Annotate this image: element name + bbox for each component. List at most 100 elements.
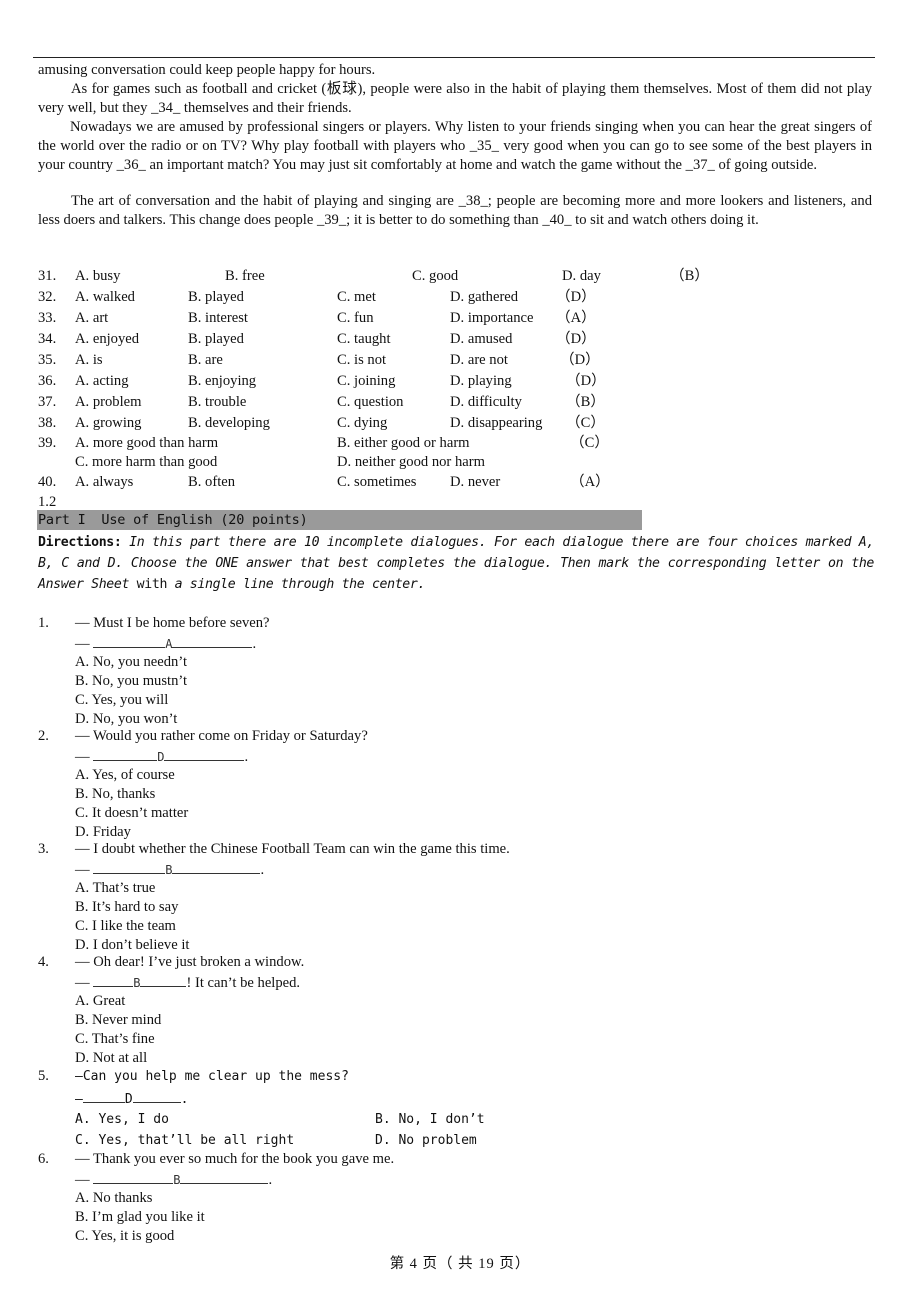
option-a: A. problem [75,394,142,410]
cloze-item-31: 31. A. busy B. free C. good D. day （B） [38,266,738,287]
blank [93,635,166,648]
answer-key: （C） [566,415,605,431]
answer-key: （B） [670,268,709,284]
option-d: D. gathered [450,289,519,305]
option-c: C. taught [337,331,391,347]
item-number: 37. [38,394,57,410]
option-d: D. Friday [75,824,131,840]
directions-text-end: a single line through the center. [167,576,426,592]
blank [93,861,166,874]
blank [93,748,158,761]
blank [172,635,253,648]
blank [164,748,245,761]
passage-paragraph-2: Nowadays we are amused by professional s… [38,119,872,173]
option-b: B. No, you mustn’t [75,673,188,689]
option-c: C. Yes, it is good [75,1228,175,1244]
option-b: B. Never mind [75,1012,162,1028]
option-c: C. Yes, that’ll be all right [75,1133,295,1148]
option-a: A. Yes, I do [75,1112,169,1127]
blank [132,1090,181,1103]
question-number: 3. [38,841,49,857]
option-c: C. I like the team [75,918,176,934]
cloze-item-36: 36. A. acting B. enjoying C. joining D. … [38,371,738,392]
blank [82,1090,125,1103]
section-heading-bar: Part I Use of English (20 points) [37,510,642,530]
answer-key: （D） [566,373,606,389]
item-number: 32. [38,289,57,305]
option-c: C. is not [337,352,387,368]
option-a: A. That’s true [75,880,156,896]
item-number: 38. [38,415,57,431]
cloze-item-39-cont: C. more harm than good D. neither good n… [38,452,738,473]
option-d: D. I don’t believe it [75,937,190,953]
filled-answer: B [133,976,141,990]
question-prompt: — Would you rather come on Friday or Sat… [75,728,368,744]
option-b: B. enjoying [188,373,257,389]
answer-key: （D） [556,289,596,305]
option-c: C. sometimes [337,474,417,490]
cloze-item-32: 32. A. walked B. played C. met D. gather… [38,287,738,308]
blank [172,861,261,874]
option-b: B. played [188,331,244,347]
blank [93,974,134,987]
page-footer: 第 4 页（ 共 19 页） [389,1256,531,1272]
option-c: C. met [337,289,376,305]
filled-answer: B [173,1173,181,1187]
passage-paragraph-0: amusing conversation could keep people h… [38,62,376,78]
cloze-item-40: 40. A. always B. often C. sometimes D. n… [38,472,738,493]
question-number: 2. [38,728,49,744]
option-d: D. Not at all [75,1050,148,1066]
option-d: D. day [562,268,601,284]
option-d: D. are not [450,352,508,368]
option-d: D. difficulty [450,394,522,410]
question-prompt: — Must I be home before seven? [75,615,270,631]
section-title: Part I Use of English (20 points) [38,512,308,528]
filled-answer: B [165,863,173,877]
option-d: D. importance [450,310,534,326]
answer-key: （A） [556,310,596,326]
cloze-item-35: 35. A. is B. are C. is not D. are not （D… [38,350,738,371]
option-d: D. playing [450,373,512,389]
option-a: A. busy [75,268,121,284]
option-b: B. It’s hard to say [75,899,179,915]
question-number: 6. [38,1151,49,1167]
answer-key: （B） [566,394,605,410]
cloze-item-39: 39. A. more good than harm B. either goo… [38,433,738,454]
option-d: D. No problem [375,1133,477,1148]
blank [180,1171,269,1184]
question-prompt: —Can you help me clear up the mess? [75,1069,349,1084]
option-a: A. is [75,352,103,368]
filled-answer: D [157,750,165,764]
answer-key: （D） [560,352,600,368]
option-c: C. dying [337,415,388,431]
option-b: B. played [188,289,244,305]
option-a: A. growing [75,415,142,431]
header-rule [33,57,875,58]
option-c: C. question [337,394,404,410]
question-prompt: — I doubt whether the Chinese Football T… [75,841,510,857]
cloze-item-37: 37. A. problem B. trouble C. question D.… [38,392,738,413]
option-d: D. No, you won’t [75,711,178,727]
answer-blank-line: — D. [75,748,249,765]
option-d: D. disappearing [450,415,543,431]
answer-blank-line: — B. [75,861,265,878]
answer-blank-line: — D. [75,1090,189,1107]
blank [140,974,187,987]
question-number: 4. [38,954,49,970]
filled-answer: D [124,1092,133,1107]
answer-blank-line: — B! It can’t be helped. [75,974,301,991]
option-a: A. Yes, of course [75,767,175,783]
answer-key: （C） [570,435,609,451]
question-prompt: — Thank you ever so much for the book yo… [75,1151,395,1167]
option-c: C. joining [337,373,396,389]
option-a: A. No thanks [75,1190,153,1206]
cloze-item-38: 38. A. growing B. developing C. dying D.… [38,413,738,434]
passage-paragraph-3: The art of conversation and the habit of… [38,193,872,228]
question-number: 5. [38,1068,49,1084]
option-c: C. Yes, you will [75,692,169,708]
question-prompt: — Oh dear! I’ve just broken a window. [75,954,305,970]
option-a: A. enjoyed [75,331,140,347]
option-c: C. good [412,268,459,284]
option-b: B. are [188,352,223,368]
answer-blank-line: — B. [75,1171,273,1188]
